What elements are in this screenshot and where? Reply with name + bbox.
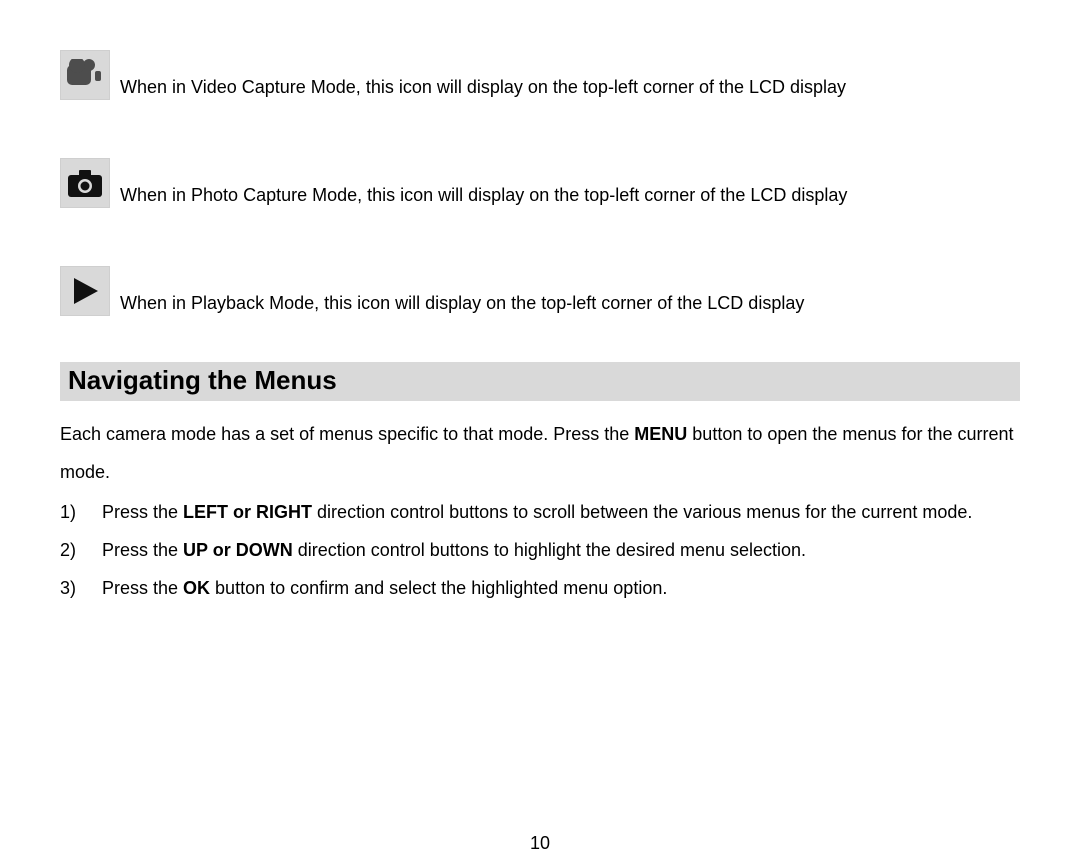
page-number: 10 [0,833,1080,854]
icon-text: When in Playback Mode, this icon will di… [120,292,804,316]
intro-paragraph: Each camera mode has a set of menus spec… [60,415,1020,491]
step-bold: OK [183,578,210,598]
intro-pre: Each camera mode has a set of menus spec… [60,424,634,444]
list-body: Press the LEFT or RIGHT direction contro… [102,493,1020,531]
list-body: Press the UP or DOWN direction control b… [102,531,1020,569]
list-body: Press the OK button to confirm and selec… [102,569,1020,607]
icon-row-photo: When in Photo Capture Mode, this icon wi… [60,158,1020,208]
video-capture-icon [60,50,110,100]
step-post: direction control buttons to highlight t… [293,540,806,560]
step-pre: Press the [102,540,183,560]
icon-text: When in Video Capture Mode, this icon wi… [120,76,846,100]
step-bold: LEFT or RIGHT [183,502,312,522]
list-item: 2) Press the UP or DOWN direction contro… [60,531,1020,569]
step-post: button to confirm and select the highlig… [210,578,667,598]
playback-icon [60,266,110,316]
document-page: When in Video Capture Mode, this icon wi… [0,0,1080,864]
step-pre: Press the [102,502,183,522]
list-num: 2) [60,531,102,569]
list-item: 1) Press the LEFT or RIGHT direction con… [60,493,1020,531]
list-item: 3) Press the OK button to confirm and se… [60,569,1020,607]
photo-capture-icon [60,158,110,208]
list-num: 1) [60,493,102,531]
section-heading: Navigating the Menus [60,362,1020,401]
list-num: 3) [60,569,102,607]
step-bold: UP or DOWN [183,540,293,560]
icon-row-playback: When in Playback Mode, this icon will di… [60,266,1020,316]
icon-text: When in Photo Capture Mode, this icon wi… [120,184,847,208]
steps-list: 1) Press the LEFT or RIGHT direction con… [60,493,1020,607]
step-post: direction control buttons to scroll betw… [312,502,972,522]
step-pre: Press the [102,578,183,598]
intro-bold: MENU [634,424,687,444]
icon-row-video: When in Video Capture Mode, this icon wi… [60,50,1020,100]
